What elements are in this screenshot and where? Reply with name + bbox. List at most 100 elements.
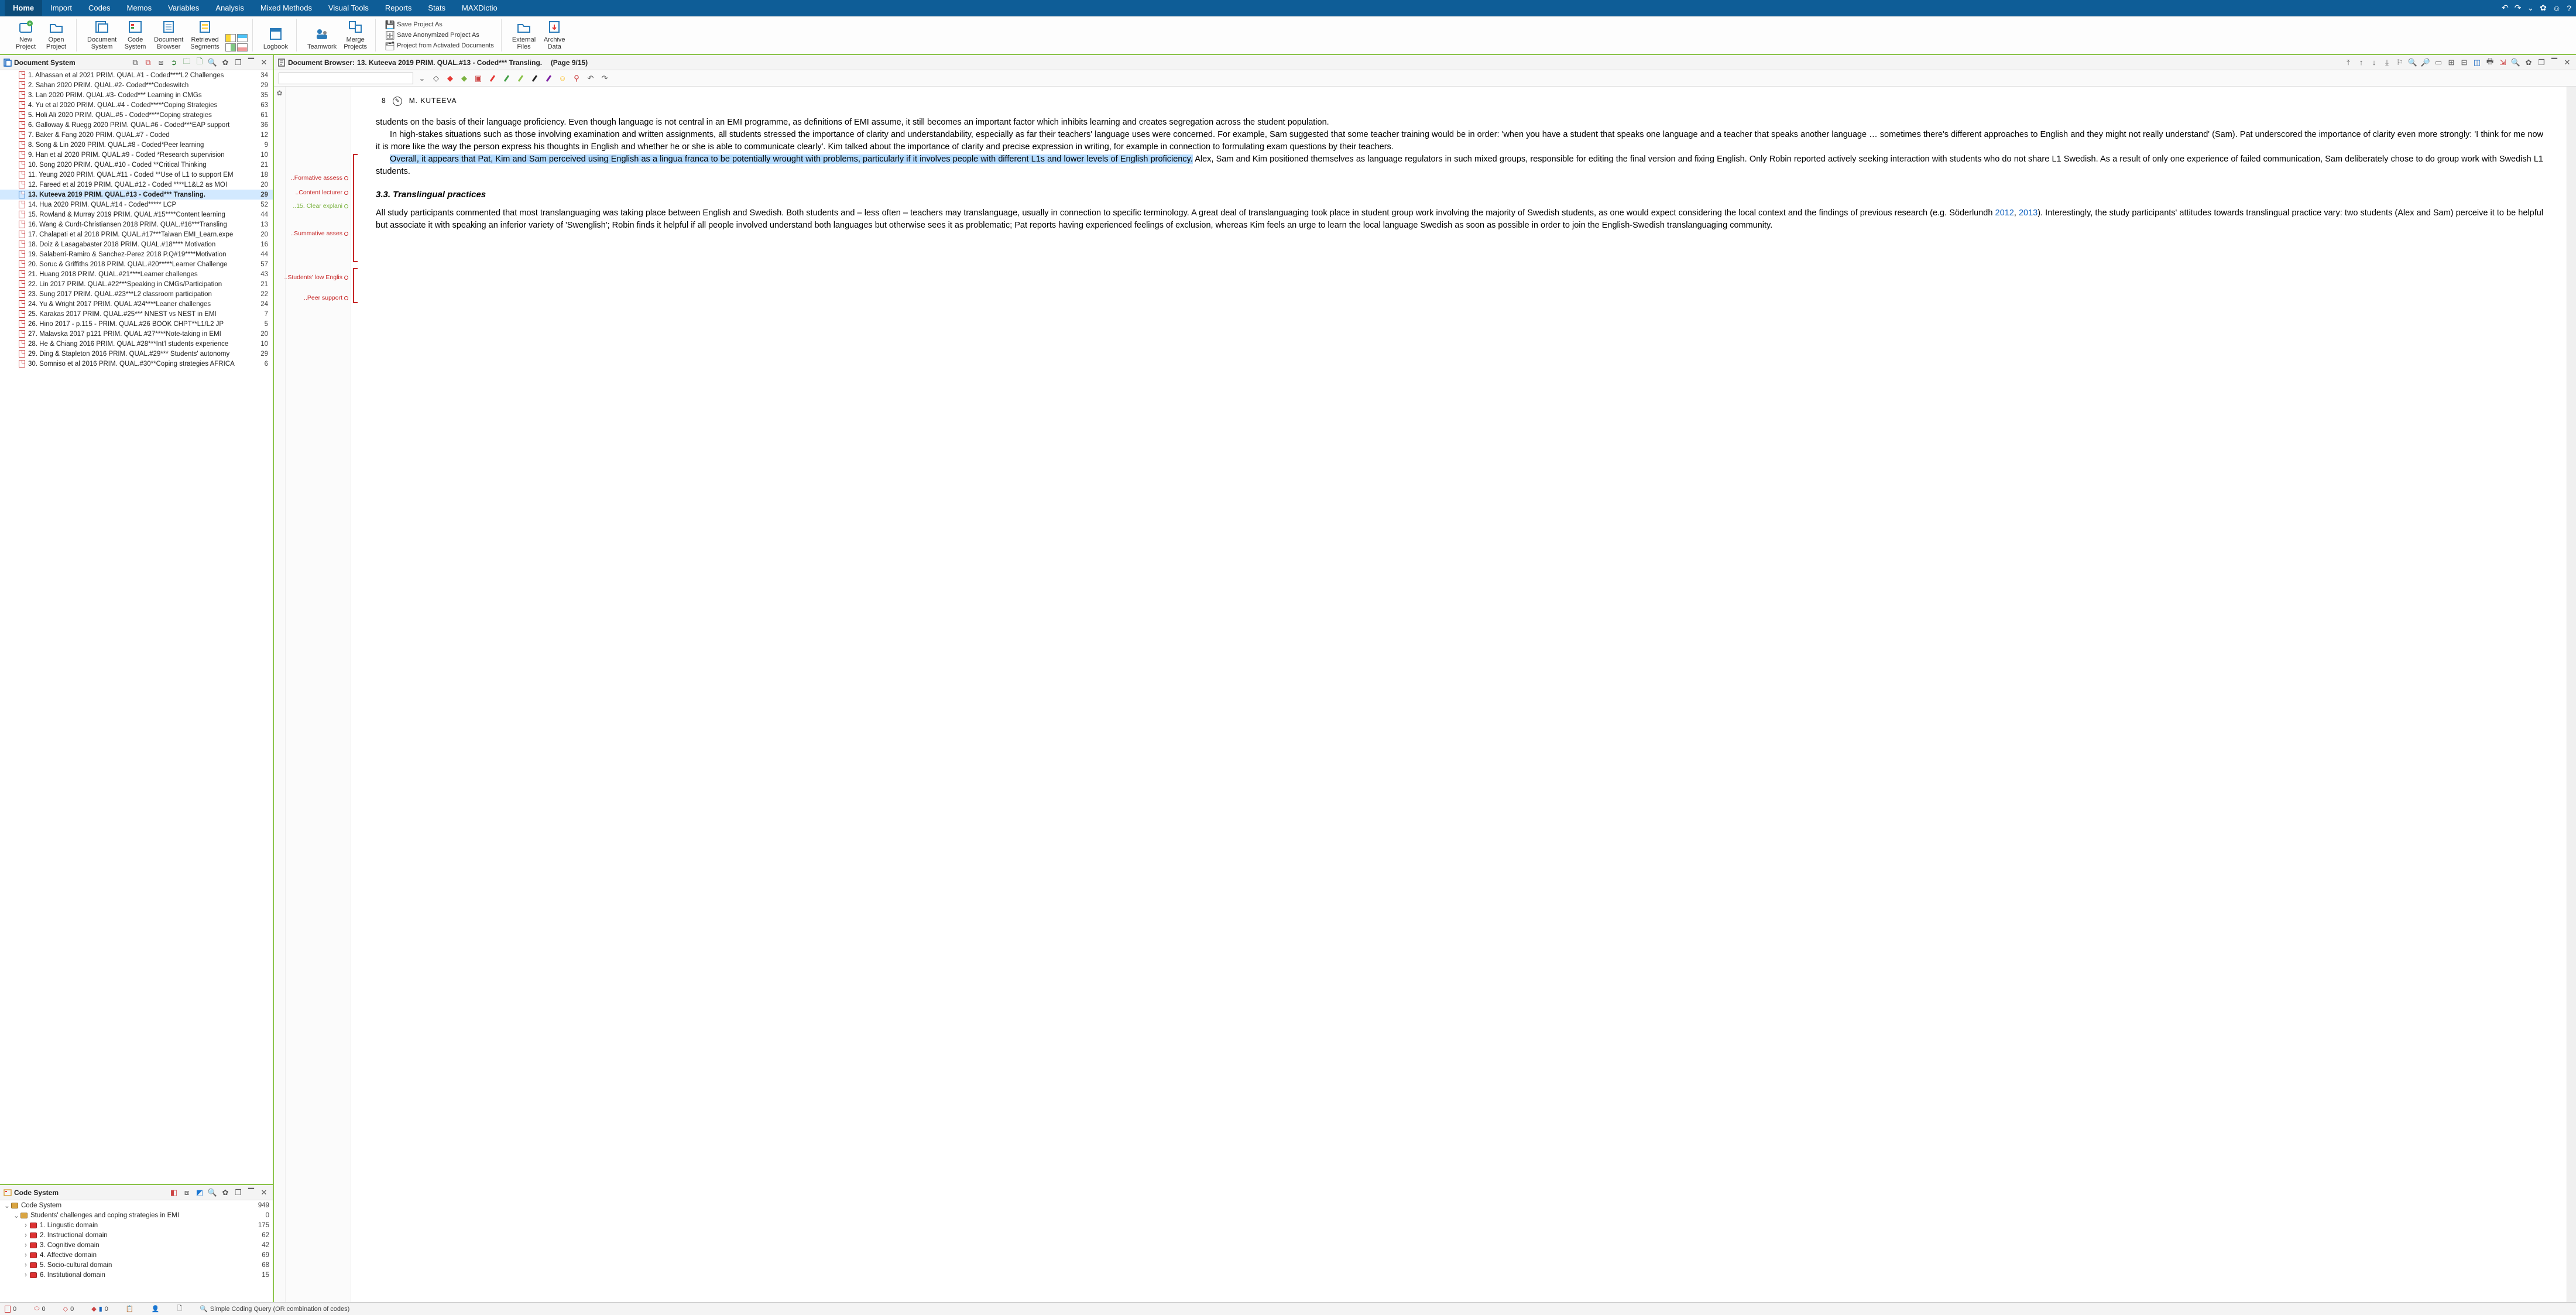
browser-popout-icon[interactable]: ❐ xyxy=(2536,57,2547,68)
zoom-out-icon[interactable]: 🔍 xyxy=(2407,57,2418,68)
docsys-folder-icon[interactable]: 🗀 xyxy=(181,57,192,68)
code-system-button[interactable]: Code System xyxy=(120,18,150,51)
codesys-color-icon[interactable]: ◧ xyxy=(169,1187,179,1198)
pen-black-icon[interactable] xyxy=(529,73,540,84)
code-combo[interactable] xyxy=(279,73,413,84)
layout-2-icon[interactable] xyxy=(237,34,248,42)
external-files-button[interactable]: External Files xyxy=(509,18,539,51)
codesys-collapse-icon[interactable]: ▔ xyxy=(246,1187,256,1198)
code-item[interactable]: ›1. Lingustic domain175 xyxy=(0,1220,273,1230)
logbook-button[interactable]: Logbook xyxy=(260,25,291,51)
code-tag[interactable]: ..Peer support xyxy=(304,294,348,301)
fit-page-icon[interactable]: ⊞ xyxy=(2446,57,2457,68)
gear-icon[interactable]: ✿ xyxy=(2540,3,2547,13)
combo-drop-icon[interactable]: ⌄ xyxy=(417,73,427,84)
docsys-close-icon[interactable]: ✕ xyxy=(259,57,269,68)
gutter-gear-icon[interactable]: ✿ xyxy=(276,89,282,97)
pin-icon[interactable]: ⚲ xyxy=(571,73,582,84)
code-tag[interactable]: ..Content lecturer xyxy=(295,189,348,196)
document-row[interactable]: 27. Malavska 2017 p121 PRIM. QUAL.#27***… xyxy=(0,329,273,339)
browser-collapse-icon[interactable]: ▔ xyxy=(2549,57,2560,68)
document-row[interactable]: 25. Karakas 2017 PRIM. QUAL.#25*** NNEST… xyxy=(0,309,273,319)
zoom-in-icon[interactable]: 🔎 xyxy=(2420,57,2431,68)
codesys-gear-icon[interactable]: ✿ xyxy=(220,1187,231,1198)
code-tag[interactable]: ..Formative assess xyxy=(291,174,348,181)
undo-icon[interactable]: ↶ xyxy=(2502,3,2509,13)
menu-item-memos[interactable]: Memos xyxy=(119,0,160,16)
layout-1-icon[interactable] xyxy=(225,34,236,42)
docsys-popout-icon[interactable]: ❐ xyxy=(233,57,243,68)
document-row[interactable]: 18. Doiz & Lasagabaster 2018 PRIM. QUAL.… xyxy=(0,239,273,249)
browser-search-icon[interactable]: 🔍 xyxy=(2510,57,2521,68)
pen-red-icon[interactable] xyxy=(487,73,498,84)
grid-icon[interactable]: ⊟ xyxy=(2459,57,2469,68)
document-row[interactable]: 17. Chalapati et al 2018 PRIM. QUAL.#17*… xyxy=(0,229,273,239)
highlighted-segment[interactable]: Overall, it appears that Pat, Kim and Sa… xyxy=(390,154,1193,164)
nav-last-icon[interactable]: ⤓ xyxy=(2382,57,2392,68)
document-row[interactable]: 21. Huang 2018 PRIM. QUAL.#21****Learner… xyxy=(0,269,273,279)
code-item[interactable]: ›2. Instructional domain62 xyxy=(0,1230,273,1240)
docsys-import-icon[interactable]: ➲ xyxy=(169,57,179,68)
menu-item-codes[interactable]: Codes xyxy=(80,0,119,16)
code-diamond-icon[interactable]: ◇ xyxy=(431,73,441,84)
menu-item-variables[interactable]: Variables xyxy=(160,0,207,16)
nav-down-icon[interactable]: ↓ xyxy=(2369,57,2379,68)
export-icon[interactable]: ⇲ xyxy=(2498,57,2508,68)
vertical-scrollbar[interactable] xyxy=(2567,87,2576,1302)
document-row[interactable]: 9. Han et al 2020 PRIM. QUAL.#9 - Coded … xyxy=(0,150,273,160)
chevron-down-icon[interactable]: ⌄ xyxy=(2527,3,2534,13)
document-row[interactable]: 29. Ding & Stapleton 2016 PRIM. QUAL.#29… xyxy=(0,349,273,359)
code-tag[interactable]: ..Summative asses xyxy=(290,230,348,237)
code-root[interactable]: ⌄Code System949 xyxy=(0,1200,273,1210)
code-square-icon[interactable]: ▣ xyxy=(473,73,483,84)
code-item[interactable]: ›5. Socio-cultural domain68 xyxy=(0,1260,273,1270)
pdf-page-view[interactable]: 8 ✎ M. KUTEEVA students on the basis of … xyxy=(359,87,2567,1302)
nav-first-icon[interactable]: ⤒ xyxy=(2343,57,2354,68)
code-item[interactable]: ›4. Affective domain69 xyxy=(0,1250,273,1260)
menu-item-home[interactable]: Home xyxy=(5,0,42,16)
chevron-icon[interactable]: ⌄ xyxy=(13,1211,20,1220)
save-project-as-button[interactable]: 💾 Save Project As xyxy=(383,19,496,30)
status-page[interactable]: 🗋 xyxy=(177,1303,182,1314)
codesys-close-icon[interactable]: ✕ xyxy=(259,1187,269,1198)
document-row[interactable]: 13. Kuteeva 2019 PRIM. QUAL.#13 - Coded*… xyxy=(0,190,273,200)
document-row[interactable]: 26. Hino 2017 - p.115 - PRIM. QUAL.#26 B… xyxy=(0,319,273,329)
side-panel-icon[interactable]: ◫ xyxy=(2472,57,2482,68)
document-row[interactable]: 24. Yu & Wright 2017 PRIM. QUAL.#24****L… xyxy=(0,299,273,309)
project-from-activated-button[interactable]: 🗂 Project from Activated Documents xyxy=(383,40,496,51)
document-row[interactable]: 1. Alhassan et al 2021 PRIM. QUAL.#1 - C… xyxy=(0,70,273,80)
document-row[interactable]: 10. Song 2020 PRIM. QUAL.#10 - Coded **C… xyxy=(0,160,273,170)
document-row[interactable]: 20. Soruc & Griffiths 2018 PRIM. QUAL.#2… xyxy=(0,259,273,269)
docsys-search-icon[interactable]: 🔍 xyxy=(207,57,218,68)
chevron-icon[interactable]: › xyxy=(22,1262,29,1269)
document-row[interactable]: 4. Yu et al 2020 PRIM. QUAL.#4 - Coded**… xyxy=(0,100,273,110)
document-row[interactable]: 15. Rowland & Murray 2019 PRIM. QUAL.#15… xyxy=(0,210,273,219)
document-row[interactable]: 28. He & Chiang 2016 PRIM. QUAL.#28***In… xyxy=(0,339,273,349)
docsys-copy2-icon[interactable]: ⧉ xyxy=(143,57,153,68)
menu-item-reports[interactable]: Reports xyxy=(377,0,420,16)
chevron-icon[interactable]: › xyxy=(22,1252,29,1259)
docsys-gear-icon[interactable]: ✿ xyxy=(220,57,231,68)
document-row[interactable]: 8. Song & Lin 2020 PRIM. QUAL.#8 - Coded… xyxy=(0,140,273,150)
pen-lime-icon[interactable] xyxy=(515,73,526,84)
docsys-filter-icon[interactable]: ⧈ xyxy=(156,57,166,68)
document-row[interactable]: 5. Holi Ali 2020 PRIM. QUAL.#5 - Coded**… xyxy=(0,110,273,120)
menu-item-stats[interactable]: Stats xyxy=(420,0,454,16)
emoji-icon[interactable]: ☺ xyxy=(557,73,568,84)
save-anonymized-button[interactable]: 🗄 Save Anonymized Project As xyxy=(383,30,496,40)
pen-purple-icon[interactable] xyxy=(543,73,554,84)
document-list[interactable]: 1. Alhassan et al 2021 PRIM. QUAL.#1 - C… xyxy=(0,70,273,1185)
status-query[interactable]: 🔍Simple Coding Query (OR combination of … xyxy=(200,1305,349,1313)
merge-projects-button[interactable]: Merge Projects xyxy=(340,18,371,51)
document-row[interactable]: 16. Wang & Curdt-Christiansen 2018 PRIM.… xyxy=(0,219,273,229)
chevron-icon[interactable]: ⌄ xyxy=(4,1201,11,1210)
status-person[interactable]: 👤 xyxy=(152,1305,160,1313)
document-row[interactable]: 2. Sahan 2020 PRIM. QUAL.#2- Coded***Cod… xyxy=(0,80,273,90)
nav-up-icon[interactable]: ↑ xyxy=(2356,57,2366,68)
codesys-popout-icon[interactable]: ❐ xyxy=(233,1187,243,1198)
citation-link[interactable]: 2013 xyxy=(2019,208,2038,218)
redo-icon[interactable]: ↷ xyxy=(2515,3,2522,13)
menu-item-analysis[interactable]: Analysis xyxy=(207,0,252,16)
codesys-filter-icon[interactable]: ⧈ xyxy=(181,1187,192,1198)
code-tag[interactable]: ..Students' low Englis xyxy=(284,274,348,281)
